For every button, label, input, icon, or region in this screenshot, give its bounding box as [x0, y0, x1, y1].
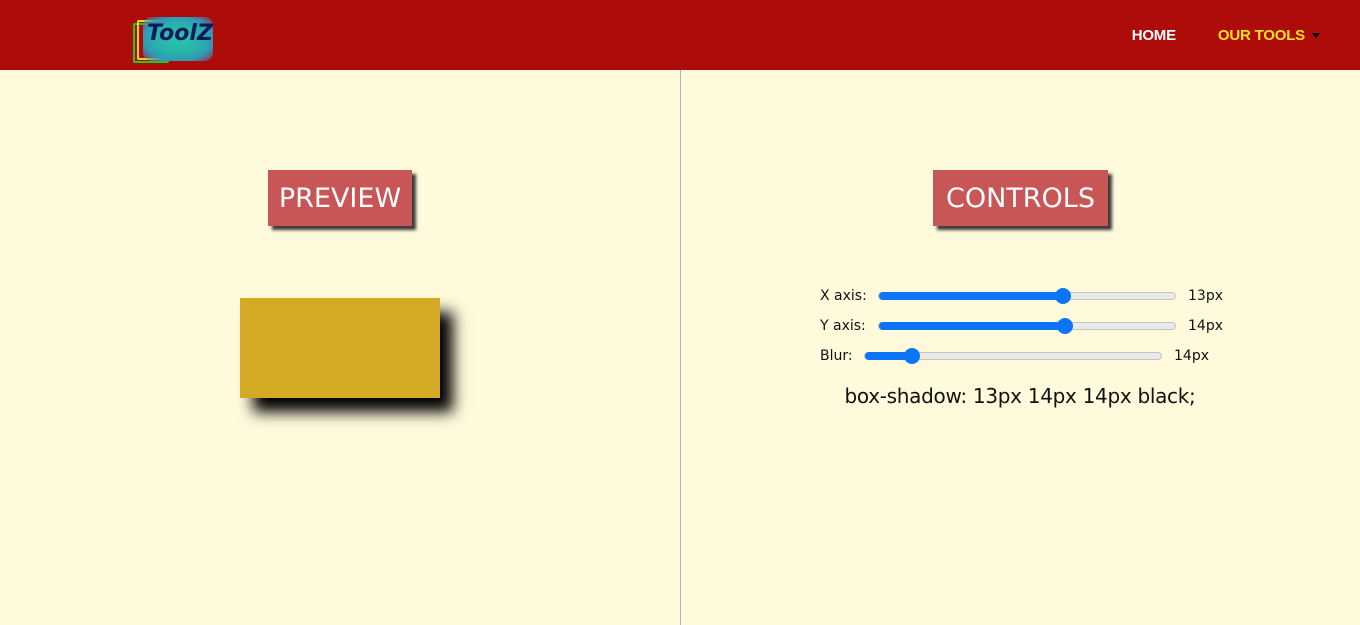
- x-axis-value: 13px: [1188, 288, 1223, 304]
- y-axis-slider-fill: [879, 322, 1066, 330]
- preview-heading: PREVIEW: [268, 170, 412, 226]
- nav-home-link[interactable]: HOME: [1132, 27, 1176, 44]
- blur-value: 14px: [1174, 348, 1209, 364]
- blur-slider-thumb[interactable]: [904, 348, 921, 364]
- y-axis-control: Y axis: 14px: [820, 316, 1223, 336]
- x-axis-slider[interactable]: [878, 288, 1176, 304]
- blur-slider[interactable]: [864, 348, 1162, 364]
- nav-links: HOME OUR TOOLS: [1132, 0, 1320, 70]
- blur-control: Blur: 14px: [820, 346, 1209, 366]
- y-axis-slider[interactable]: [878, 318, 1176, 334]
- preview-box: [240, 298, 440, 398]
- y-axis-value: 14px: [1188, 318, 1223, 334]
- nav-our-tools-label: OUR TOOLS: [1217, 26, 1305, 44]
- logo-text: ToolZ: [147, 21, 213, 46]
- x-axis-label: X axis:: [820, 288, 867, 304]
- x-axis-control: X axis: 13px: [820, 286, 1223, 306]
- y-axis-label: Y axis:: [820, 318, 866, 334]
- y-axis-slider-thumb[interactable]: [1057, 318, 1074, 334]
- box-shadow-result: box-shadow: 13px 14px 14px black;: [844, 384, 1196, 408]
- nav-our-tools-dropdown[interactable]: OUR TOOLS: [1218, 27, 1320, 44]
- x-axis-slider-thumb[interactable]: [1054, 288, 1071, 304]
- blur-label: Blur:: [820, 348, 853, 364]
- navbar: ToolZ HOME OUR TOOLS: [0, 0, 1360, 70]
- controls-heading: CONTROLS: [933, 170, 1108, 226]
- toolz-logo[interactable]: ToolZ: [133, 17, 219, 67]
- caret-down-icon: [1312, 32, 1320, 38]
- x-axis-slider-fill: [879, 292, 1063, 300]
- vertical-divider: [680, 70, 681, 625]
